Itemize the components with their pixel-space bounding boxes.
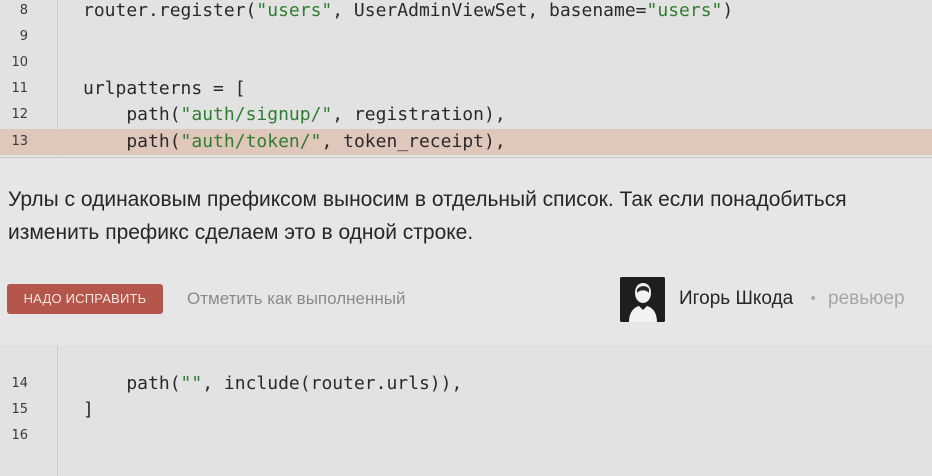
code-text: ] (83, 399, 94, 420)
line-number: 10 (11, 55, 28, 70)
code-text: path("auth/token/", token_receipt), (83, 131, 506, 152)
code-text: path("", include(router.urls)), (83, 373, 463, 394)
code-line: 12 path("auth/signup/", registration), (0, 102, 932, 128)
code-line: 14 path("", include(router.urls)), (0, 371, 932, 397)
needs-fix-button[interactable]: НАДО ИСПРАВИТЬ (7, 284, 163, 314)
reviewer-role: ревьюер (828, 288, 905, 309)
avatar (620, 277, 665, 322)
line-number: 14 (11, 376, 28, 391)
line-number: 15 (11, 402, 28, 417)
comment-text: Урлы с одинаковым префиксом выносим в от… (8, 188, 847, 244)
code-block-top: 8 router.register("users", UserAdminView… (0, 0, 932, 156)
code-line-commented[interactable]: 13 path("auth/token/", token_receipt), (0, 129, 932, 155)
mark-as-done-link[interactable]: Отметить как выполненный (187, 284, 405, 314)
line-number: 12 (11, 107, 28, 122)
user-silhouette-icon (620, 277, 665, 322)
code-block-bottom: 14 path("", include(router.urls)), 15 ] … (0, 345, 932, 476)
reviewer-name: Игорь Шкода (679, 288, 794, 309)
code-line: 15 ] (0, 397, 932, 423)
review-comment: Урлы с одинаковым префиксом выносим в от… (0, 157, 932, 346)
code-text: router.register("users", UserAdminViewSe… (83, 0, 734, 21)
code-line: 9 (0, 24, 932, 50)
code-text: path("auth/signup/", registration), (83, 104, 506, 125)
line-number: 8 (19, 3, 28, 18)
line-number: 16 (11, 428, 28, 443)
code-line: 11 urlpatterns = [ (0, 76, 932, 102)
line-number: 9 (19, 29, 28, 44)
code-line: 10 (0, 50, 932, 76)
line-number: 13 (11, 134, 28, 149)
separator-dot: • (809, 291, 818, 307)
code-line: 8 router.register("users", UserAdminView… (0, 0, 932, 24)
code-line: 16 (0, 423, 932, 449)
line-number: 11 (11, 81, 28, 96)
code-text: urlpatterns = [ (83, 78, 246, 99)
